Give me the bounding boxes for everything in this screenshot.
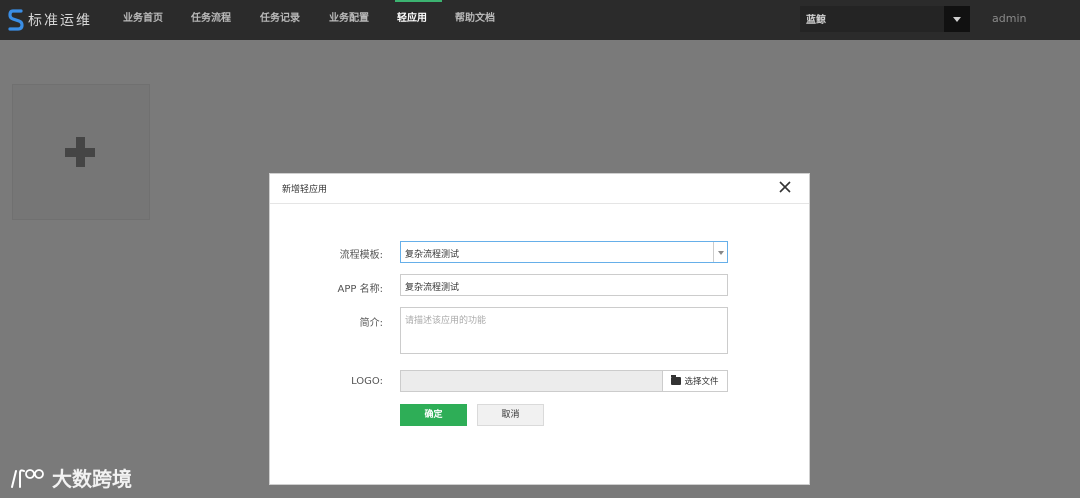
logo-label: LOGO:	[351, 376, 383, 387]
chevron-down-icon[interactable]	[713, 242, 727, 262]
description-label: 简介:	[359, 318, 383, 329]
user-name[interactable]: admin	[992, 12, 1026, 25]
dialog-header: 新增轻应用	[270, 174, 809, 204]
business-selector-value: 蓝鲸	[806, 15, 826, 26]
business-selector[interactable]: 蓝鲸	[800, 6, 970, 32]
nav-item-task-flow[interactable]: 任务流程	[191, 0, 231, 40]
app-name-label: APP 名称:	[337, 284, 383, 295]
nav-item-task-records[interactable]: 任务记录	[260, 0, 300, 40]
template-label: 流程模板:	[339, 250, 383, 261]
dialog-title: 新增轻应用	[282, 185, 328, 195]
new-light-app-dialog: 新增轻应用 流程模板: 复杂流程测试 APP 名称: 复杂流程测试 简介: 请描…	[269, 173, 810, 485]
template-select-value: 复杂流程测试	[405, 250, 460, 260]
top-navbar: 标准运维 业务首页 任务流程 任务记录 业务配置 轻应用 帮助文档 蓝鲸 adm…	[0, 0, 1080, 40]
confirm-button[interactable]: 确定	[400, 404, 467, 426]
template-select[interactable]: 复杂流程测试	[400, 241, 728, 263]
watermark: 大数跨境	[8, 463, 132, 492]
app-name-input[interactable]: 复杂流程测试	[400, 274, 728, 296]
watermark-logo-icon	[11, 468, 44, 488]
chevron-down-icon[interactable]	[944, 6, 970, 32]
folder-open-icon	[671, 375, 682, 385]
brand-logo[interactable]: 标准运维	[8, 8, 92, 32]
nav-item-light-apps[interactable]: 轻应用	[397, 0, 427, 40]
nav-active-indicator	[395, 0, 442, 2]
description-textarea[interactable]: 请描述该应用的功能	[400, 307, 728, 354]
watermark-text: 大数跨境	[52, 467, 132, 491]
brand-s-icon	[8, 9, 24, 31]
nav-item-help-docs[interactable]: 帮助文档	[455, 0, 495, 40]
brand-name: 标准运维	[28, 13, 92, 29]
close-icon[interactable]	[777, 179, 793, 195]
logo-file-path	[400, 370, 663, 392]
cancel-button[interactable]: 取消	[477, 404, 544, 426]
nav-item-business-config[interactable]: 业务配置	[329, 0, 369, 40]
choose-file-label: 选择文件	[684, 377, 719, 387]
description-placeholder: 请描述该应用的功能	[405, 316, 487, 326]
nav-item-business-home[interactable]: 业务首页	[123, 0, 163, 40]
choose-file-button[interactable]: 选择文件	[662, 370, 728, 392]
app-name-value: 复杂流程测试	[405, 283, 460, 293]
